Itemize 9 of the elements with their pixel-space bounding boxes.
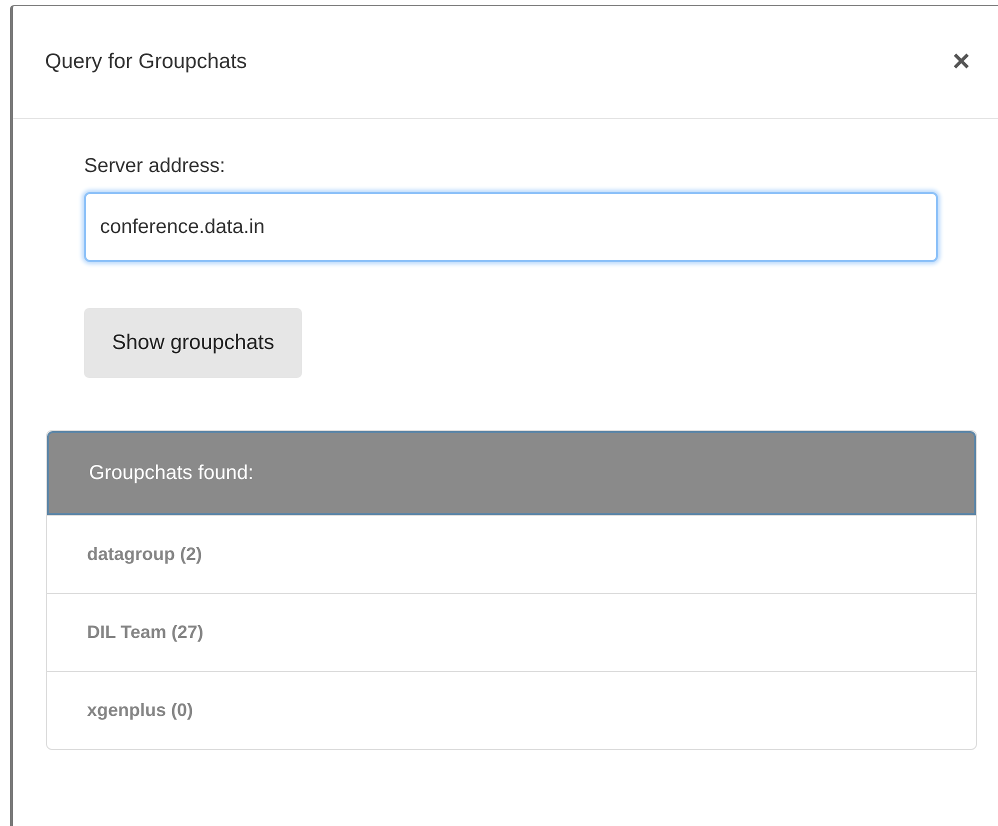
- show-groupchats-button[interactable]: Show groupchats: [84, 308, 302, 378]
- server-address-field[interactable]: conference.data.in: [84, 192, 938, 262]
- list-heading: Groupchats found:: [47, 431, 976, 515]
- field-label: Server address:: [84, 155, 226, 178]
- list-item[interactable]: DIL Team (27): [47, 593, 976, 671]
- list-item[interactable]: xgenplus (0): [47, 671, 976, 749]
- list-item[interactable]: datagroup (2): [47, 515, 976, 593]
- dialog-title: Query for Groupchats: [45, 50, 247, 74]
- close-button[interactable]: ×: [948, 47, 974, 77]
